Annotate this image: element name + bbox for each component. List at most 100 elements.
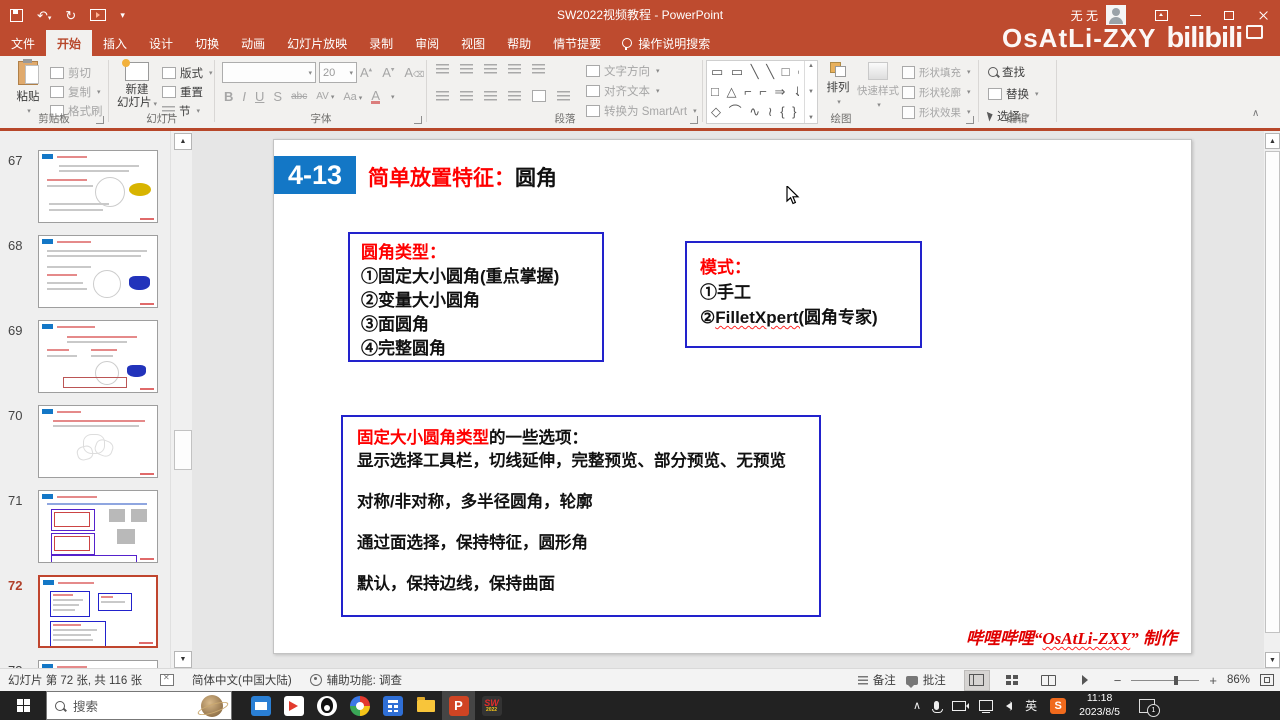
taskbar-app-sunflower[interactable] [277,691,310,720]
layout-button[interactable]: 版式 ▾ [162,64,213,82]
tab-record[interactable]: 录制 [358,30,404,56]
align-right-icon[interactable] [484,90,497,102]
taskbar-app-qq[interactable] [310,691,343,720]
tab-transitions[interactable]: 切换 [184,30,230,56]
change-case-button[interactable]: Aa ▾ [343,91,362,103]
taskbar-app-mail[interactable] [244,691,277,720]
tab-view[interactable]: 视图 [450,30,496,56]
clipboard-dialog-launcher-icon[interactable] [96,116,104,124]
scroll-up-icon[interactable]: ▲ [174,133,192,150]
zoom-out-button[interactable]: − [1114,673,1122,688]
taskbar-app-calculator[interactable] [376,691,409,720]
bold-button[interactable]: B [224,89,233,104]
slide-canvas[interactable]: 4-13 简单放置特征：圆角 圆角类型： ①固定大小圆角(重点掌握) ②变量大小… [273,139,1192,654]
paste-button[interactable]: 粘贴 ▾ [8,59,48,115]
comments-button[interactable]: 批注 [905,672,946,688]
microphone-icon[interactable] [932,701,944,713]
taskbar-clock[interactable]: 11:18 2023/8/5 [1079,692,1120,718]
scroll-down-icon[interactable]: ▼ [174,651,192,668]
increase-indent-icon[interactable] [508,64,521,75]
numbering-icon[interactable] [460,64,473,75]
reset-button[interactable]: 重置 [162,83,213,101]
zoom-slider[interactable] [1131,675,1200,685]
options-textbox[interactable]: 固定大小圆角类型的一些选项： 显示选择工具栏，切线延伸，完整预览、部分预览、无预… [341,415,821,617]
mode-textbox[interactable]: 模式： ①手工 ②FilletXpert(圆角专家) [685,241,922,348]
tab-design[interactable]: 设计 [138,30,184,56]
shape-fill-button[interactable]: 形状填充 ▾ [902,63,971,81]
undo-icon[interactable]: ↶▾ [37,9,51,22]
tab-review[interactable]: 审阅 [404,30,450,56]
taskbar-app-solidworks[interactable]: SW 2022 [475,691,508,720]
slide-thumbnail-73[interactable] [38,660,158,668]
align-center-icon[interactable] [460,90,473,102]
bullets-icon[interactable] [436,64,449,75]
tab-help[interactable]: 帮助 [496,30,542,56]
find-button[interactable]: 查找 [988,63,1039,81]
clear-formatting-button[interactable]: A⌫ [404,65,424,80]
tab-animations[interactable]: 动画 [230,30,276,56]
copy-button[interactable]: 复制 ▾ [50,83,103,101]
slideshow-view-button[interactable] [1072,670,1098,691]
camera-icon[interactable] [952,700,967,711]
spellcheck-status-icon[interactable] [160,673,174,686]
cut-button[interactable]: 剪切 [50,64,103,82]
network-icon[interactable] [979,700,994,713]
tab-slideshow[interactable]: 幻灯片放映 [276,30,358,56]
font-dialog-launcher-icon[interactable] [414,116,422,124]
fillet-types-textbox[interactable]: 圆角类型： ①固定大小圆角(重点掌握) ②变量大小圆角 ③面圆角 ④完整圆角 [348,232,604,362]
justify-icon[interactable] [508,90,521,102]
save-icon[interactable] [10,8,23,22]
sogou-ime-icon[interactable]: S [1050,697,1067,714]
align-text-button[interactable]: 对齐文本 ▾ [586,82,697,100]
align-left-icon[interactable] [436,90,449,102]
slide-thumbnail-67[interactable] [38,150,158,223]
slide-thumbnail-68[interactable] [38,235,158,308]
ime-indicator[interactable]: 英 [1025,697,1037,714]
text-shadow-button[interactable]: S [273,89,282,104]
shapes-row-1[interactable]: ▭ ▭ ╲ ╲ □ ○ [711,62,799,82]
slide-sorter-view-button[interactable] [1000,670,1026,691]
notification-center-icon[interactable]: 1 [1139,698,1160,717]
zoom-level[interactable]: 86% [1227,674,1250,686]
slide-thumbnail-69[interactable] [38,320,158,393]
taskbar-app-file-explorer[interactable] [409,691,442,720]
collapse-ribbon-icon[interactable]: ∧ [1252,108,1259,119]
shrink-font-button[interactable]: A▾ [382,65,394,80]
scrollbar-thumb[interactable] [1265,151,1280,633]
shapes-row-2[interactable]: □ △ ⌐ ⌐ ⇒ ⇓ [711,82,799,102]
align-options-icon[interactable] [557,90,570,102]
customize-qat-icon[interactable]: ▾ [120,10,125,20]
tab-home[interactable]: 开始 [46,30,93,56]
scrollbar-thumb[interactable] [174,430,192,470]
tell-me-search[interactable]: 操作说明搜索 [612,30,720,56]
normal-view-button[interactable] [963,669,990,691]
language-status[interactable]: 简体中文(中国大陆) [192,672,292,688]
font-size-combobox[interactable]: 20 ▾ [319,62,357,83]
new-slide-button[interactable]: 新建 幻灯片 ▾ [114,59,160,111]
scroll-up-icon[interactable]: ▲ [1265,133,1280,149]
font-color-caret-icon[interactable]: ▾ [391,93,395,101]
slide-thumbnail-70[interactable] [38,405,158,478]
line-spacing-icon[interactable] [532,64,545,75]
user-name[interactable]: 无 无 [1071,7,1098,24]
taskbar-app-powerpoint-active[interactable]: P [442,691,475,720]
shape-outline-button[interactable]: 形状轮廓 ▾ [902,83,971,101]
redo-icon[interactable]: ↻ [65,9,76,22]
replace-button[interactable]: 替换 ▾ [988,85,1039,103]
decrease-indent-icon[interactable] [484,64,497,75]
italic-button[interactable]: I [242,89,246,104]
start-button[interactable] [0,691,46,720]
reading-view-button[interactable] [1036,670,1062,691]
underline-button[interactable]: U [255,89,264,104]
zoom-in-button[interactable]: + [1209,673,1217,688]
notes-button[interactable]: 备注 [857,672,896,688]
drawing-dialog-launcher-icon[interactable] [966,116,974,124]
taskbar-search[interactable]: 搜索 [46,691,232,720]
font-color-button[interactable]: A [371,89,380,104]
search-highlight-image[interactable] [201,694,223,717]
thumbnail-scrollbar[interactable]: ▲ ▼ [170,131,193,668]
tab-insert[interactable]: 插入 [92,30,138,56]
quick-styles-button[interactable]: 快速样式 ▾ [856,62,900,109]
tab-storyboarding[interactable]: 情节提要 [542,30,612,56]
arrange-button[interactable]: 排列 ▾ [820,62,856,106]
